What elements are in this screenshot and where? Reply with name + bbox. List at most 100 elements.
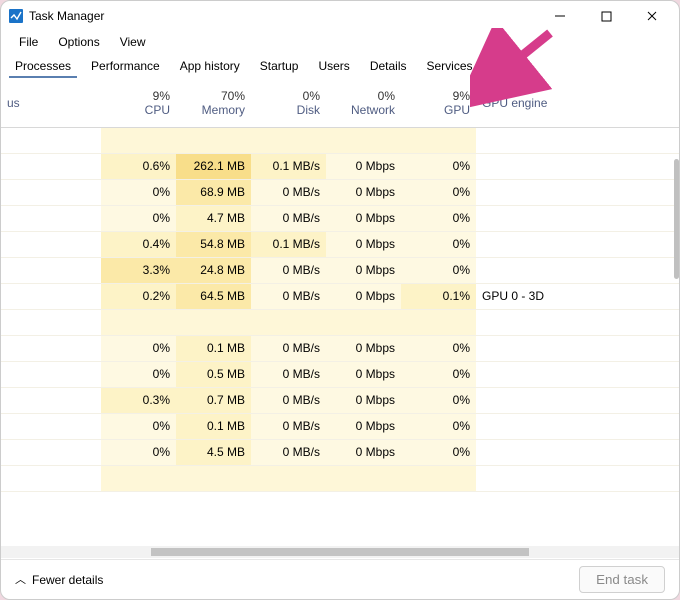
close-button[interactable] xyxy=(629,1,675,31)
cell-disk: 0 MB/s xyxy=(251,439,326,465)
tabbar: Processes Performance App history Startu… xyxy=(1,53,679,79)
cell-network: 0 Mbps xyxy=(326,413,401,439)
cell-cpu: 0.4% xyxy=(101,231,176,257)
table-row[interactable]: 0%0.1 MB0 MB/s0 Mbps0% xyxy=(1,335,679,361)
cell-disk: 0 MB/s xyxy=(251,205,326,231)
cell-memory: 0.1 MB xyxy=(176,335,251,361)
cell-disk: 0 MB/s xyxy=(251,257,326,283)
chevron-up-icon: ︿ xyxy=(15,571,26,587)
tab-app-history[interactable]: App history xyxy=(170,54,250,78)
fewer-details-link[interactable]: Fewer details xyxy=(32,573,103,587)
col-disk[interactable]: 0% Disk xyxy=(251,79,326,127)
spacer-row xyxy=(1,127,679,153)
titlebar[interactable]: Task Manager xyxy=(1,1,679,31)
col-status[interactable]: us xyxy=(1,79,101,127)
cell-gpu: 0% xyxy=(401,153,476,179)
menubar: File Options View xyxy=(1,31,679,53)
cell-status xyxy=(1,335,101,361)
table-row[interactable]: 0.3%0.7 MB0 MB/s0 Mbps0% xyxy=(1,387,679,413)
table-row[interactable]: 0.6%262.1 MB0.1 MB/s0 Mbps0% xyxy=(1,153,679,179)
col-gpu-pct: 9% xyxy=(407,89,470,103)
vertical-scrollbar[interactable] xyxy=(674,159,679,279)
col-cpu-label: CPU xyxy=(145,103,170,117)
col-mem-label: Memory xyxy=(202,103,245,117)
cell-gpu: 0% xyxy=(401,335,476,361)
minimize-button[interactable] xyxy=(537,1,583,31)
cell-gpu-engine xyxy=(476,361,679,387)
cell-status xyxy=(1,413,101,439)
menu-options[interactable]: Options xyxy=(48,33,109,51)
cell-network: 0 Mbps xyxy=(326,387,401,413)
cell-cpu: 0.3% xyxy=(101,387,176,413)
table-row[interactable]: 0%4.7 MB0 MB/s0 Mbps0% xyxy=(1,205,679,231)
cell-gpu: 0% xyxy=(401,387,476,413)
menu-file[interactable]: File xyxy=(9,33,48,51)
menu-view[interactable]: View xyxy=(110,33,156,51)
cell-gpu: 0% xyxy=(401,413,476,439)
cell-network: 0 Mbps xyxy=(326,361,401,387)
col-net-pct: 0% xyxy=(332,89,395,103)
tab-startup[interactable]: Startup xyxy=(250,54,309,78)
cell-gpu: 0% xyxy=(401,179,476,205)
cell-cpu: 0.6% xyxy=(101,153,176,179)
cell-memory: 0.1 MB xyxy=(176,413,251,439)
spacer-row xyxy=(1,309,679,335)
cell-disk: 0 MB/s xyxy=(251,387,326,413)
cell-memory: 64.5 MB xyxy=(176,283,251,309)
spacer-row xyxy=(1,465,679,491)
cell-gpu-engine xyxy=(476,387,679,413)
col-gpu-engine[interactable]: GPU engine xyxy=(476,79,679,127)
col-net-label: Network xyxy=(351,103,395,117)
cell-status xyxy=(1,439,101,465)
table-row[interactable]: 0.4%54.8 MB0.1 MB/s0 Mbps0% xyxy=(1,231,679,257)
cell-status xyxy=(1,179,101,205)
col-cpu-pct: 9% xyxy=(107,89,170,103)
cell-network: 0 Mbps xyxy=(326,179,401,205)
table-row[interactable]: 0%0.5 MB0 MB/s0 Mbps0% xyxy=(1,361,679,387)
col-gpu-engine-label: GPU engine xyxy=(482,96,547,110)
cell-cpu: 3.3% xyxy=(101,257,176,283)
cell-network: 0 Mbps xyxy=(326,439,401,465)
cell-network: 0 Mbps xyxy=(326,205,401,231)
cell-disk: 0 MB/s xyxy=(251,179,326,205)
cell-gpu: 0% xyxy=(401,361,476,387)
table-row[interactable]: 0%68.9 MB0 MB/s0 Mbps0% xyxy=(1,179,679,205)
cell-memory: 68.9 MB xyxy=(176,179,251,205)
cell-gpu-engine xyxy=(476,413,679,439)
cell-cpu: 0% xyxy=(101,439,176,465)
cell-disk: 0.1 MB/s xyxy=(251,231,326,257)
cell-memory: 4.7 MB xyxy=(176,205,251,231)
tab-performance[interactable]: Performance xyxy=(81,54,170,78)
tab-users[interactable]: Users xyxy=(308,54,359,78)
cell-gpu-engine xyxy=(476,335,679,361)
col-memory[interactable]: 70% Memory xyxy=(176,79,251,127)
horizontal-scrollbar-thumb[interactable] xyxy=(151,548,529,556)
cell-cpu: 0% xyxy=(101,205,176,231)
tab-processes[interactable]: Processes xyxy=(5,54,81,78)
cell-cpu: 0.2% xyxy=(101,283,176,309)
cell-memory: 262.1 MB xyxy=(176,153,251,179)
cell-cpu: 0% xyxy=(101,413,176,439)
table-row[interactable]: 3.3%24.8 MB0 MB/s0 Mbps0% xyxy=(1,257,679,283)
tab-details[interactable]: Details xyxy=(360,54,417,78)
cell-status xyxy=(1,387,101,413)
cell-cpu: 0% xyxy=(101,361,176,387)
col-gpu[interactable]: 9% GPU xyxy=(401,79,476,127)
table-row[interactable]: 0%4.5 MB0 MB/s0 Mbps0% xyxy=(1,439,679,465)
end-task-button[interactable]: End task xyxy=(579,566,665,593)
col-network[interactable]: 0% Network xyxy=(326,79,401,127)
table-row[interactable]: 0.2%64.5 MB0 MB/s0 Mbps0.1%GPU 0 - 3D xyxy=(1,283,679,309)
cell-gpu-engine xyxy=(476,153,679,179)
tab-services[interactable]: Services xyxy=(417,54,483,78)
cell-memory: 24.8 MB xyxy=(176,257,251,283)
horizontal-scrollbar[interactable] xyxy=(1,546,679,558)
table-row[interactable]: 0%0.1 MB0 MB/s0 Mbps0% xyxy=(1,413,679,439)
col-cpu[interactable]: 9% CPU xyxy=(101,79,176,127)
cell-status xyxy=(1,361,101,387)
cell-gpu: 0.1% xyxy=(401,283,476,309)
col-disk-pct: 0% xyxy=(257,89,320,103)
cell-gpu-engine xyxy=(476,179,679,205)
cell-disk: 0 MB/s xyxy=(251,361,326,387)
maximize-button[interactable] xyxy=(583,1,629,31)
cell-memory: 54.8 MB xyxy=(176,231,251,257)
